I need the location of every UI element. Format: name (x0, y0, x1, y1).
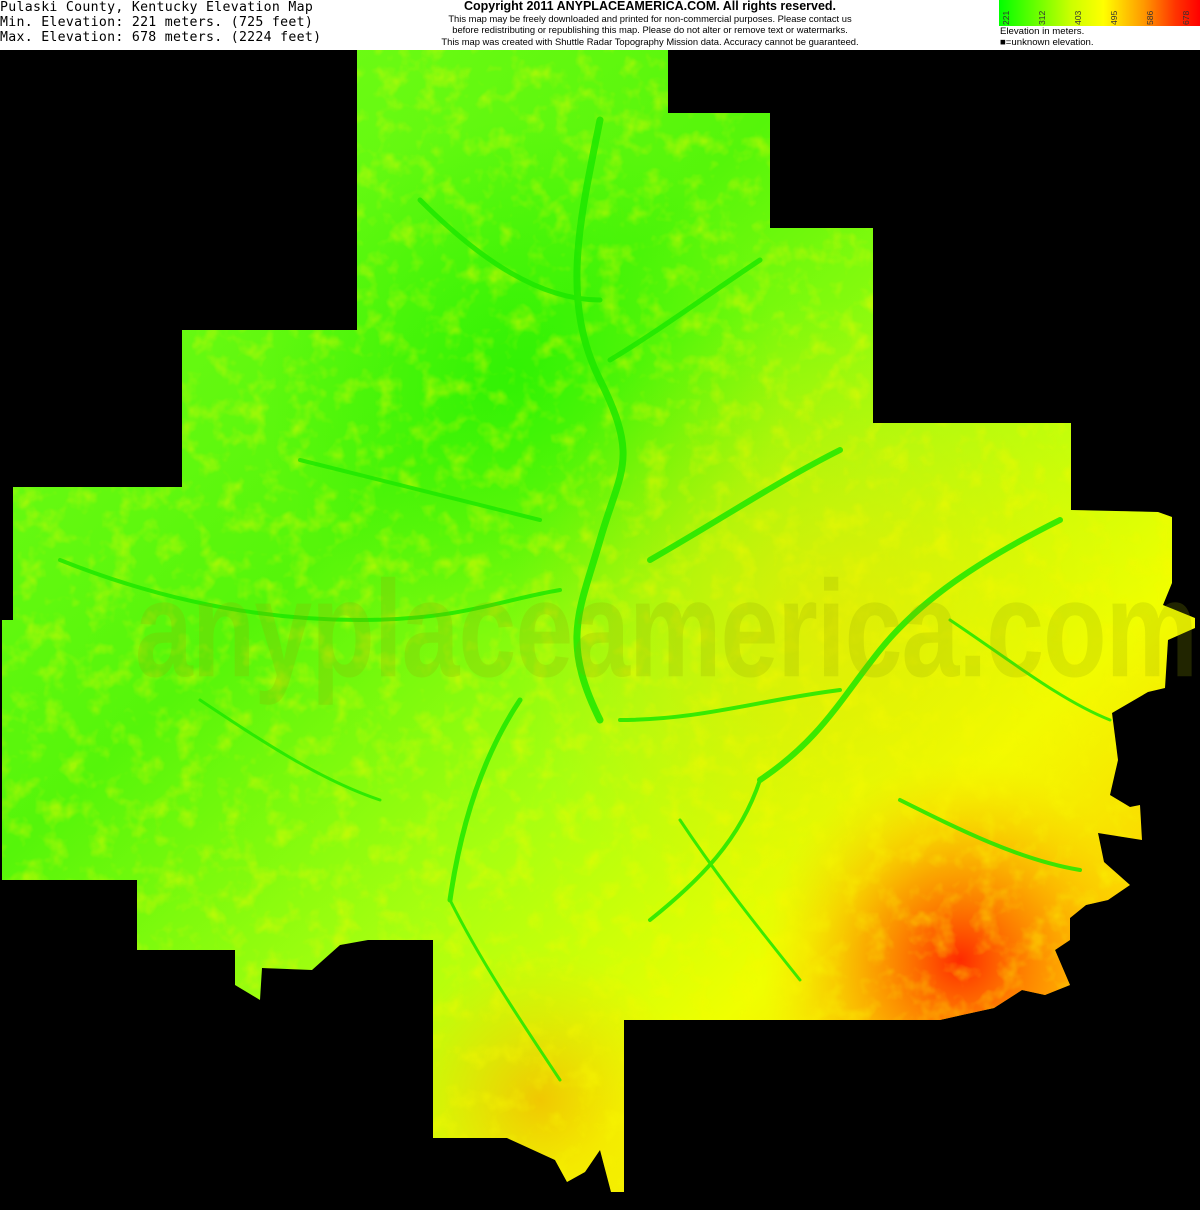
county-elevation-shading (2, 50, 1195, 1192)
elevation-map (2, 50, 1195, 1192)
